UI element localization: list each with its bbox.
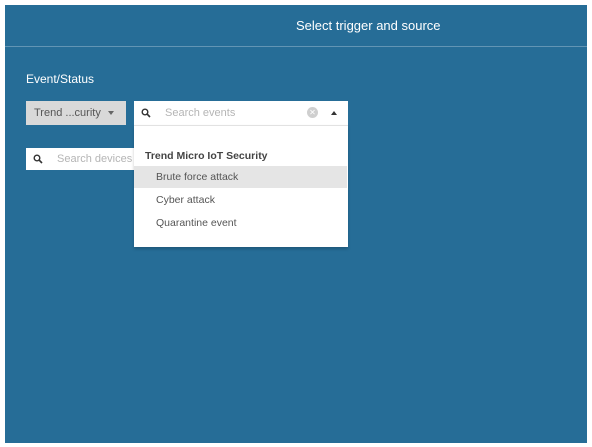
dropdown-group-header: Trend Micro IoT Security [145,150,268,162]
events-search-box[interactable]: ✕ [134,101,348,125]
dropdown-option-cyber-attack[interactable]: Cyber attack [134,189,347,211]
clear-icon[interactable]: ✕ [307,107,318,118]
dropdown-option-quarantine-event[interactable]: Quarantine event [134,212,347,234]
trigger-source-panel: Select trigger and source Event/Status T… [5,5,587,443]
caret-down-icon [108,111,114,115]
events-dropdown: Trend Micro IoT Security Brute force att… [134,125,348,247]
caret-up-icon[interactable] [331,111,337,115]
panel-header: Select trigger and source [5,5,587,47]
event-status-label: Event/Status [26,72,95,86]
source-select-value: Trend ...curity [34,107,101,119]
page-title: Select trigger and source [296,18,441,33]
events-search-input[interactable] [165,106,305,120]
search-icon [141,108,151,118]
dropdown-option-brute-force-attack[interactable]: Brute force attack [134,166,347,188]
devices-search-input[interactable] [57,152,137,166]
devices-search-box[interactable] [26,148,146,170]
source-select[interactable]: Trend ...curity [26,101,126,125]
search-icon [33,154,43,164]
